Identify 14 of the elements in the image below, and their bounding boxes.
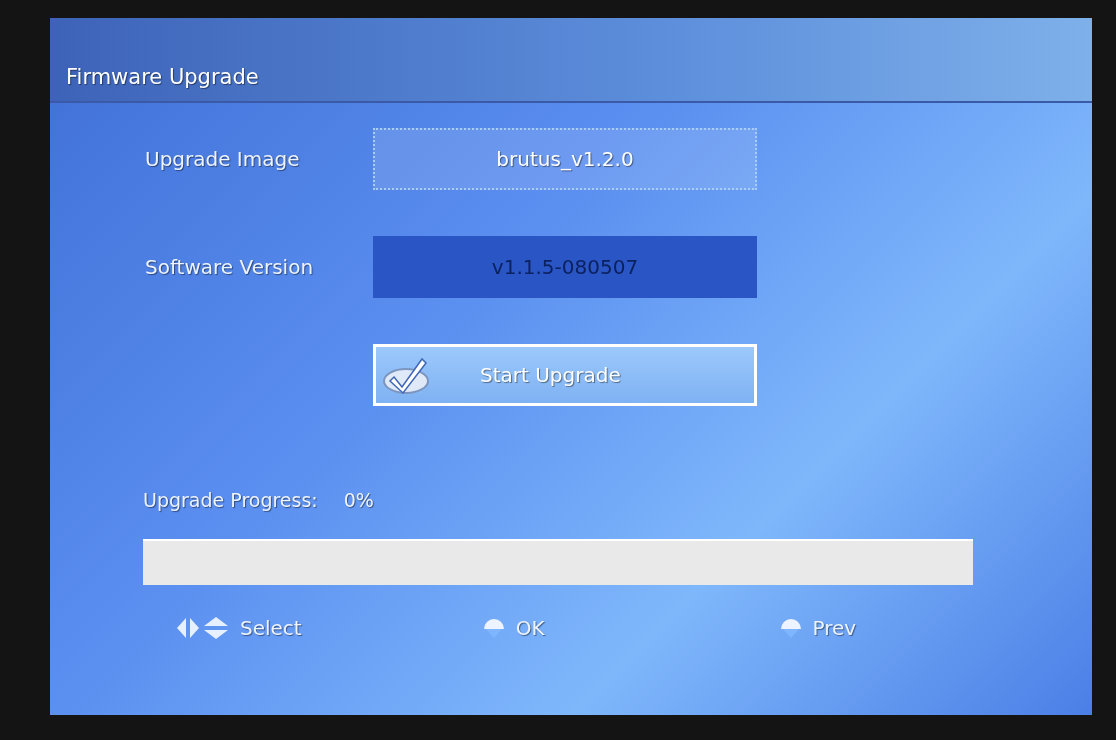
menu-key-icon bbox=[778, 616, 803, 639]
key-hint: Select bbox=[240, 614, 302, 642]
arrow-keys-icon bbox=[176, 614, 230, 641]
key-hint: Prev bbox=[812, 614, 857, 642]
start-upgrade-button[interactable]: Start Upgrade bbox=[373, 344, 757, 406]
progress-label: Upgrade Progress: bbox=[143, 488, 318, 513]
field-label: Upgrade Image bbox=[144, 146, 301, 173]
value-field: v1.1.5-080507 bbox=[373, 236, 757, 298]
ok-key-icon bbox=[481, 616, 506, 639]
progress-percent: 0% bbox=[343, 488, 374, 513]
key-hint: OK bbox=[515, 614, 545, 642]
field-label: Software Version bbox=[144, 254, 315, 281]
screen-title: Firmware Upgrade bbox=[66, 63, 259, 91]
value-field[interactable]: brutus_v1.2.0 bbox=[373, 128, 757, 190]
